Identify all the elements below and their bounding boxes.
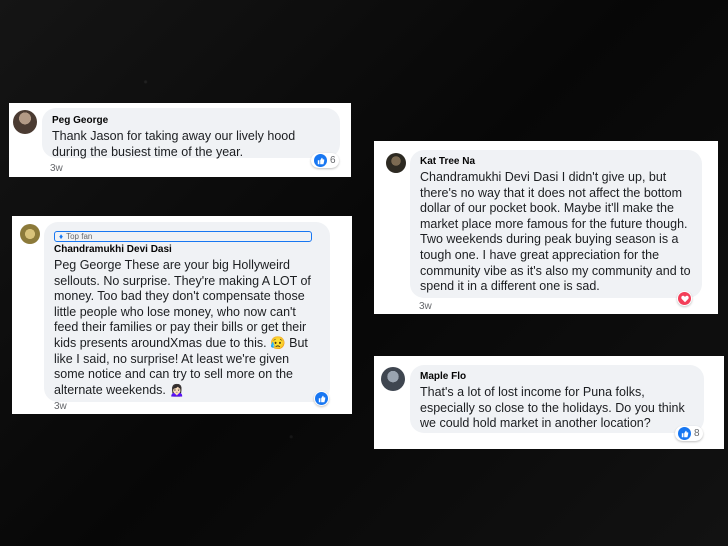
top-fan-badge: ♦ Top fan xyxy=(54,231,312,242)
comment-bubble: ♦ Top fan Chandramukhi Devi Dasi Peg Geo… xyxy=(44,222,330,402)
comment-card-maple-flo: Maple Flo That's a lot of lost income fo… xyxy=(374,356,724,449)
avatar[interactable] xyxy=(20,224,40,244)
comment-card-peg-george: Peg George Thank Jason for taking away o… xyxy=(9,103,351,177)
reaction-count: 8 xyxy=(694,428,700,439)
comment-card-kat-tree-na: Kat Tree Na Chandramukhi Devi Dasi I did… xyxy=(374,141,718,314)
top-fan-label: Top fan xyxy=(66,232,93,241)
comment-timestamp[interactable]: 3w xyxy=(54,401,67,412)
comment-bubble: Kat Tree Na Chandramukhi Devi Dasi I did… xyxy=(410,150,702,298)
comment-author[interactable]: Maple Flo xyxy=(420,371,694,382)
avatar[interactable] xyxy=(381,367,405,391)
avatar[interactable] xyxy=(386,153,406,173)
comment-text: Peg George These are your big Hollyweird… xyxy=(54,258,315,397)
comment-timestamp[interactable]: 3w xyxy=(50,163,63,174)
like-icon xyxy=(315,392,328,405)
reaction-summary[interactable] xyxy=(677,291,692,306)
avatar[interactable] xyxy=(13,110,37,134)
like-icon xyxy=(314,154,327,167)
comment-author[interactable]: Kat Tree Na xyxy=(420,156,692,167)
love-icon xyxy=(678,292,691,305)
top-fan-icon: ♦ xyxy=(59,232,64,241)
comment-text: Chandramukhi Devi Dasi I didn't give up,… xyxy=(420,170,695,294)
comment-text: That's a lot of lost income for Puna fol… xyxy=(420,385,689,431)
comment-text: Thank Jason for taking away our lively h… xyxy=(52,129,299,159)
comment-card-chandramukhi: ♦ Top fan Chandramukhi Devi Dasi Peg Geo… xyxy=(12,216,352,414)
reaction-count: 6 xyxy=(330,155,336,166)
reaction-summary[interactable]: 6 xyxy=(311,153,339,168)
comment-bubble: Peg George Thank Jason for taking away o… xyxy=(42,108,340,159)
comment-author[interactable]: Chandramukhi Devi Dasi xyxy=(54,244,320,255)
comment-author[interactable]: Peg George xyxy=(52,115,330,126)
comment-bubble: Maple Flo That's a lot of lost income fo… xyxy=(410,365,704,433)
reaction-summary[interactable]: 8 xyxy=(675,426,703,441)
comment-timestamp[interactable]: 3w xyxy=(419,301,432,312)
like-icon xyxy=(678,427,691,440)
reaction-summary[interactable] xyxy=(314,391,329,406)
